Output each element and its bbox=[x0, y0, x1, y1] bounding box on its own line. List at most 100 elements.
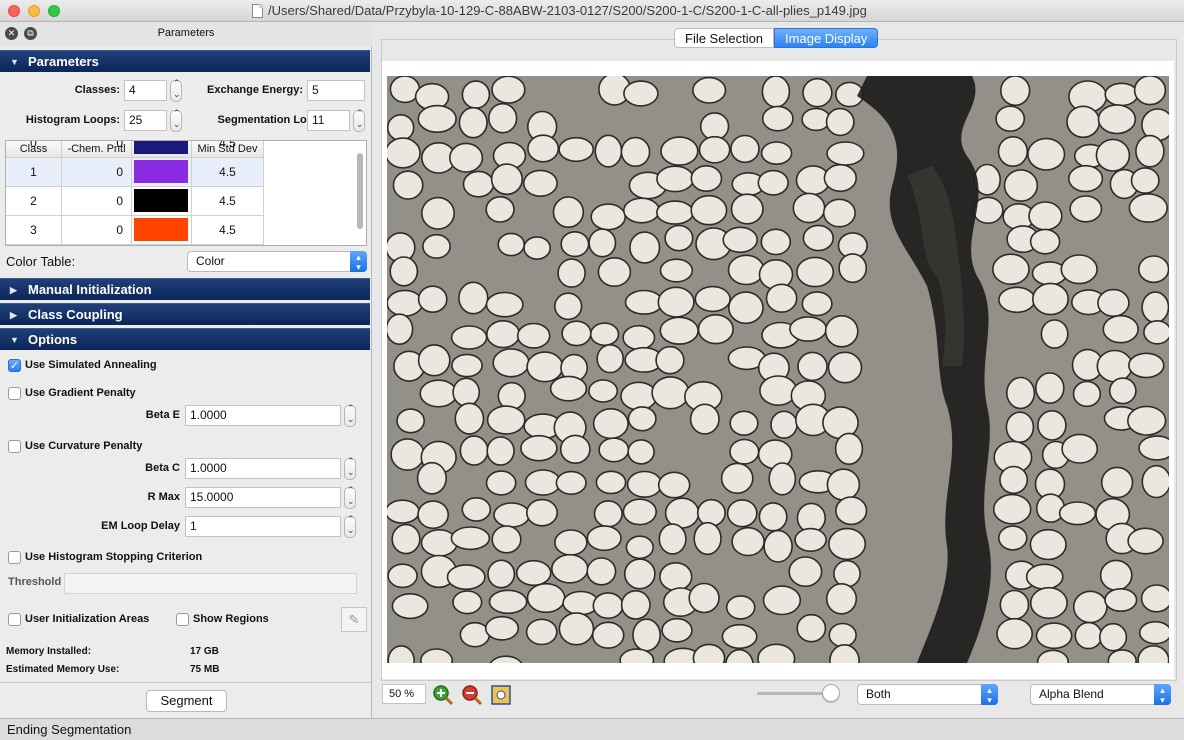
segmentation-loops-input[interactable]: 11 bbox=[307, 110, 350, 131]
table-cell-chem[interactable]: 0 bbox=[62, 187, 132, 216]
beta-e-input[interactable]: 1.0000 bbox=[185, 405, 341, 426]
r-max-label: R Max bbox=[147, 491, 180, 503]
section-manual-initialization[interactable]: ▶ Manual Initialization bbox=[0, 278, 370, 300]
table-cell-chem[interactable]: 0 bbox=[62, 158, 132, 187]
section-class-coupling[interactable]: ▶ Class Coupling bbox=[0, 303, 370, 325]
fiber-texture bbox=[588, 379, 619, 403]
section-label: Parameters bbox=[28, 54, 99, 69]
beta-e-stepper[interactable] bbox=[344, 403, 356, 427]
fiber-texture bbox=[1127, 527, 1164, 555]
fiber-texture bbox=[792, 192, 826, 224]
blend-target-select[interactable]: Both ▴ ▾ bbox=[857, 684, 998, 705]
title-bar: /Users/Shared/Data/Przybyla-10-129-C-88A… bbox=[0, 0, 1184, 22]
table-cell-std[interactable]: 4.5 bbox=[192, 141, 264, 158]
beta-c-stepper[interactable] bbox=[344, 456, 356, 480]
section-parameters[interactable]: ▼ Parameters bbox=[0, 50, 370, 72]
table-cell-std[interactable]: 4.5 bbox=[192, 158, 264, 187]
class-table[interactable]: Class -Chem. Pntl Color Min Std Dev 0 0 … bbox=[5, 140, 367, 246]
fiber-texture bbox=[760, 228, 792, 256]
fiber-texture bbox=[722, 226, 759, 254]
histogram-loops-stepper[interactable] bbox=[170, 108, 182, 132]
table-cell-std[interactable]: 4.5 bbox=[192, 216, 264, 245]
fiber-texture bbox=[391, 523, 421, 555]
em-loop-delay-stepper[interactable] bbox=[344, 514, 356, 538]
fiber-texture bbox=[461, 80, 491, 109]
blend-mode-select[interactable]: Alpha Blend ▴ ▾ bbox=[1030, 684, 1171, 705]
table-cell-color[interactable] bbox=[132, 141, 192, 158]
em-loop-delay-input[interactable]: 1 bbox=[185, 516, 341, 537]
table-cell-class[interactable]: 0 bbox=[6, 141, 62, 158]
fiber-texture bbox=[590, 203, 626, 231]
fiber-texture bbox=[770, 410, 798, 439]
classes-input[interactable]: 4 bbox=[124, 80, 167, 101]
zoom-in-icon[interactable] bbox=[432, 684, 454, 706]
exchange-energy-input[interactable]: 5 bbox=[307, 80, 365, 101]
table-cell-color[interactable] bbox=[132, 158, 192, 187]
histogram-loops-input[interactable]: 25 bbox=[124, 110, 167, 131]
dock-header: ✕ ⧉ Parameters bbox=[0, 22, 372, 46]
fiber-texture bbox=[835, 496, 868, 526]
fiber-texture bbox=[1138, 620, 1169, 645]
histogram-stopping-checkbox[interactable] bbox=[8, 551, 21, 564]
fiber-texture bbox=[757, 169, 789, 196]
simulated-annealing-checkbox[interactable]: ✓ bbox=[8, 359, 21, 372]
image-canvas[interactable] bbox=[382, 61, 1174, 679]
picker-icon[interactable]: ✎ bbox=[341, 607, 367, 632]
fiber-texture bbox=[789, 316, 828, 342]
section-options[interactable]: ▼ Options bbox=[0, 328, 370, 350]
fiber-texture bbox=[1099, 559, 1133, 591]
window-minimize-button[interactable] bbox=[28, 5, 40, 17]
color-table-select[interactable]: Color ▴ ▾ bbox=[187, 251, 367, 272]
gradient-penalty-checkbox[interactable] bbox=[8, 387, 21, 400]
table-cell-color[interactable] bbox=[132, 187, 192, 216]
fiber-texture bbox=[1029, 586, 1068, 620]
fiber-texture bbox=[487, 102, 518, 134]
fiber-texture bbox=[620, 590, 651, 620]
chevron-updown-icon: ▴ ▾ bbox=[1154, 684, 1171, 705]
opacity-slider-track[interactable] bbox=[757, 692, 831, 695]
threshold-input[interactable] bbox=[64, 573, 357, 594]
tab-file-selection[interactable]: File Selection bbox=[674, 28, 775, 48]
table-cell-chem[interactable]: 0 bbox=[62, 141, 132, 158]
zoom-value: 50 % bbox=[389, 688, 415, 700]
fiber-texture bbox=[1141, 291, 1169, 324]
fiber-texture bbox=[591, 621, 625, 649]
fiber-texture bbox=[802, 224, 834, 252]
r-max-stepper[interactable] bbox=[344, 485, 356, 509]
table-cell-class[interactable]: 1 bbox=[6, 158, 62, 187]
fit-to-window-icon[interactable] bbox=[490, 684, 512, 706]
user-init-areas-checkbox[interactable] bbox=[8, 613, 21, 626]
table-cell-std[interactable]: 4.5 bbox=[192, 187, 264, 216]
window-close-button[interactable] bbox=[8, 5, 20, 17]
fiber-texture bbox=[726, 499, 758, 528]
fiber-texture bbox=[762, 585, 802, 616]
segmentation-loops-stepper[interactable] bbox=[353, 108, 365, 132]
fiber-texture bbox=[416, 461, 448, 495]
fiber-texture bbox=[1069, 195, 1103, 223]
table-cell-class[interactable]: 3 bbox=[6, 216, 62, 245]
opacity-slider-handle[interactable] bbox=[822, 684, 840, 702]
r-max-input[interactable]: 15.0000 bbox=[185, 487, 341, 508]
show-regions-checkbox[interactable] bbox=[176, 613, 189, 626]
fiber-texture bbox=[1126, 405, 1167, 436]
micrograph-image[interactable] bbox=[387, 76, 1169, 663]
curvature-penalty-checkbox[interactable] bbox=[8, 440, 21, 453]
table-cell-class[interactable]: 2 bbox=[6, 187, 62, 216]
classes-stepper[interactable] bbox=[170, 78, 182, 102]
segment-button[interactable]: Segment bbox=[146, 690, 227, 712]
fiber-texture bbox=[392, 170, 424, 200]
tab-image-display[interactable]: Image Display bbox=[774, 28, 879, 48]
fiber-texture bbox=[1005, 411, 1035, 444]
fiber-texture bbox=[526, 582, 566, 614]
zoom-out-icon[interactable] bbox=[461, 684, 483, 706]
fiber-texture bbox=[586, 525, 622, 552]
fiber-texture bbox=[623, 197, 661, 224]
beta-c-input[interactable]: 1.0000 bbox=[185, 458, 341, 479]
zoom-level-select[interactable]: 50 % bbox=[382, 684, 426, 704]
table-cell-color[interactable] bbox=[132, 216, 192, 245]
fiber-texture bbox=[1040, 319, 1069, 349]
table-cell-chem[interactable]: 0 bbox=[62, 216, 132, 245]
fiber-texture bbox=[1005, 376, 1036, 410]
table-scrollbar[interactable] bbox=[357, 153, 363, 229]
window-zoom-button[interactable] bbox=[48, 5, 60, 17]
